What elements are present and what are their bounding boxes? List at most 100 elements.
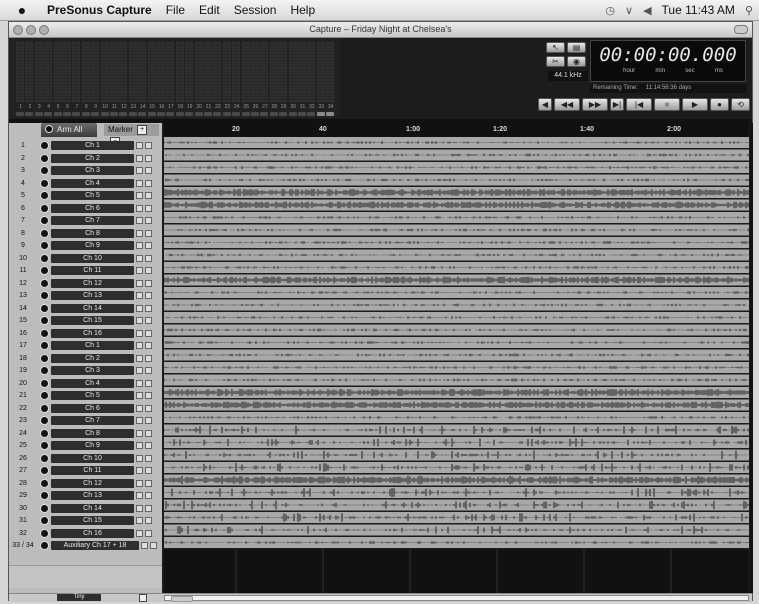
- track-name[interactable]: Ch 3: [51, 166, 134, 175]
- track-row[interactable]: 16 Ch 16: [9, 328, 162, 339]
- meter-select-button[interactable]: [34, 112, 43, 116]
- track-row[interactable]: 30 Ch 14: [9, 503, 162, 514]
- track-mute-button[interactable]: [136, 167, 143, 174]
- track-mute-button[interactable]: [136, 279, 143, 287]
- track-name[interactable]: Ch 1: [51, 341, 134, 350]
- track-name[interactable]: Ch 2: [51, 153, 134, 163]
- time-machine-icon[interactable]: ◷: [605, 4, 615, 17]
- track-row[interactable]: 15 Ch 15: [9, 315, 162, 326]
- track-solo-button[interactable]: [145, 192, 152, 199]
- track-solo-button[interactable]: [145, 454, 152, 462]
- meter-select-button[interactable]: [260, 112, 269, 116]
- track-solo-button[interactable]: [145, 517, 152, 524]
- track-name[interactable]: Ch 12: [51, 278, 134, 288]
- meter-select-button[interactable]: [53, 112, 62, 116]
- meter-select-button[interactable]: [157, 112, 165, 116]
- track-solo-button[interactable]: [145, 379, 152, 387]
- track-mute-button[interactable]: [136, 392, 143, 399]
- go-to-start-button[interactable]: ◀: [538, 98, 552, 111]
- track-mute-button[interactable]: [136, 379, 143, 387]
- track-arm-button[interactable]: [40, 203, 49, 213]
- track-name[interactable]: Ch 11: [51, 466, 134, 475]
- track-arm-button[interactable]: [40, 541, 49, 550]
- meter-select-button[interactable]: [326, 112, 335, 116]
- menu-file[interactable]: File: [159, 3, 192, 17]
- meter-select-button[interactable]: [91, 112, 100, 116]
- track-solo-button[interactable]: [145, 304, 152, 312]
- track-mute-button[interactable]: [136, 404, 143, 412]
- track-solo-button[interactable]: [145, 392, 152, 399]
- spotlight-search-icon[interactable]: ⚲: [745, 4, 753, 17]
- track-mute-button[interactable]: [136, 317, 143, 324]
- track-mute-button[interactable]: [136, 529, 143, 537]
- track-mute-button[interactable]: [136, 467, 143, 474]
- meter-select-button[interactable]: [16, 112, 24, 116]
- track-name[interactable]: Ch 9: [51, 241, 134, 250]
- track-row[interactable]: 32 Ch 16: [9, 528, 162, 539]
- meter-select-button[interactable]: [204, 112, 212, 116]
- track-mute-button[interactable]: [136, 304, 143, 312]
- track-mute-button[interactable]: [136, 342, 143, 349]
- meter-select-button[interactable]: [81, 112, 90, 116]
- track-solo-button[interactable]: [145, 404, 152, 412]
- meter-select-button[interactable]: [175, 112, 184, 116]
- track-size-selector[interactable]: Tiny: [57, 594, 101, 601]
- track-solo-button[interactable]: [145, 442, 152, 449]
- erase-tool-icon[interactable]: ◉: [567, 56, 586, 67]
- meter-select-button[interactable]: [63, 112, 71, 116]
- meter-select-button[interactable]: [72, 112, 81, 116]
- track-row[interactable]: 8 Ch 8: [9, 228, 162, 239]
- meter-select-button[interactable]: [185, 112, 194, 116]
- track-name[interactable]: Ch 12: [51, 478, 134, 488]
- track-name[interactable]: Ch 7: [51, 416, 134, 425]
- track-arm-button[interactable]: [40, 178, 49, 188]
- track-solo-button[interactable]: [145, 429, 152, 437]
- record-button[interactable]: ●: [710, 98, 729, 111]
- loop-button[interactable]: ⟲: [731, 98, 750, 111]
- track-solo-button[interactable]: [145, 492, 152, 499]
- track-arm-button[interactable]: [40, 316, 49, 325]
- track-row[interactable]: 26 Ch 10: [9, 453, 162, 464]
- track-row[interactable]: 24 Ch 8: [9, 428, 162, 439]
- track-solo-button[interactable]: [145, 254, 152, 262]
- track-mute-button[interactable]: [136, 442, 143, 449]
- track-mute-button[interactable]: [136, 354, 143, 362]
- track-name[interactable]: Ch 14: [51, 503, 134, 513]
- track-solo-button[interactable]: [145, 479, 152, 487]
- track-name[interactable]: Ch 16: [51, 328, 134, 338]
- track-mute-button[interactable]: [136, 267, 143, 274]
- horizontal-scrollbar[interactable]: [164, 595, 749, 602]
- stop-button[interactable]: ■: [654, 98, 680, 111]
- track-row[interactable]: 31 Ch 15: [9, 515, 162, 526]
- play-button[interactable]: ▶: [682, 98, 708, 111]
- track-name[interactable]: Ch 11: [51, 266, 134, 275]
- track-arm-button[interactable]: [40, 253, 49, 263]
- track-arm-button[interactable]: [40, 266, 49, 275]
- toolbar-toggle-button[interactable]: [734, 25, 748, 34]
- track-mute-button[interactable]: [136, 492, 143, 499]
- track-mute-button[interactable]: [136, 329, 143, 337]
- track-mute-button[interactable]: [136, 292, 143, 299]
- track-name[interactable]: Ch 8: [51, 228, 134, 238]
- track-solo-button[interactable]: [145, 217, 152, 224]
- vertical-scrollbar[interactable]: [750, 123, 753, 593]
- meter-select-button[interactable]: [147, 112, 156, 116]
- track-arm-button[interactable]: [40, 516, 49, 525]
- track-row[interactable]: 22 Ch 6: [9, 403, 162, 414]
- track-arm-button[interactable]: [40, 353, 49, 363]
- track-mute-button[interactable]: [136, 217, 143, 224]
- track-mute-button[interactable]: [136, 517, 143, 524]
- track-mute-button[interactable]: [136, 367, 143, 374]
- track-row[interactable]: 25 Ch 9: [9, 440, 162, 451]
- track-name[interactable]: Ch 13: [51, 491, 134, 500]
- track-solo-button[interactable]: [145, 317, 152, 324]
- track-name[interactable]: Ch 10: [51, 453, 134, 463]
- track-mute-button[interactable]: [136, 417, 143, 424]
- meter-select-button[interactable]: [25, 112, 34, 116]
- rewind-button[interactable]: ◀◀: [554, 98, 580, 111]
- volume-icon[interactable]: ◀: [643, 4, 651, 17]
- track-mute-button[interactable]: [136, 192, 143, 199]
- add-marker-button[interactable]: +: [137, 124, 148, 135]
- track-arm-button[interactable]: [40, 428, 49, 438]
- previous-marker-button[interactable]: |◀: [626, 98, 652, 111]
